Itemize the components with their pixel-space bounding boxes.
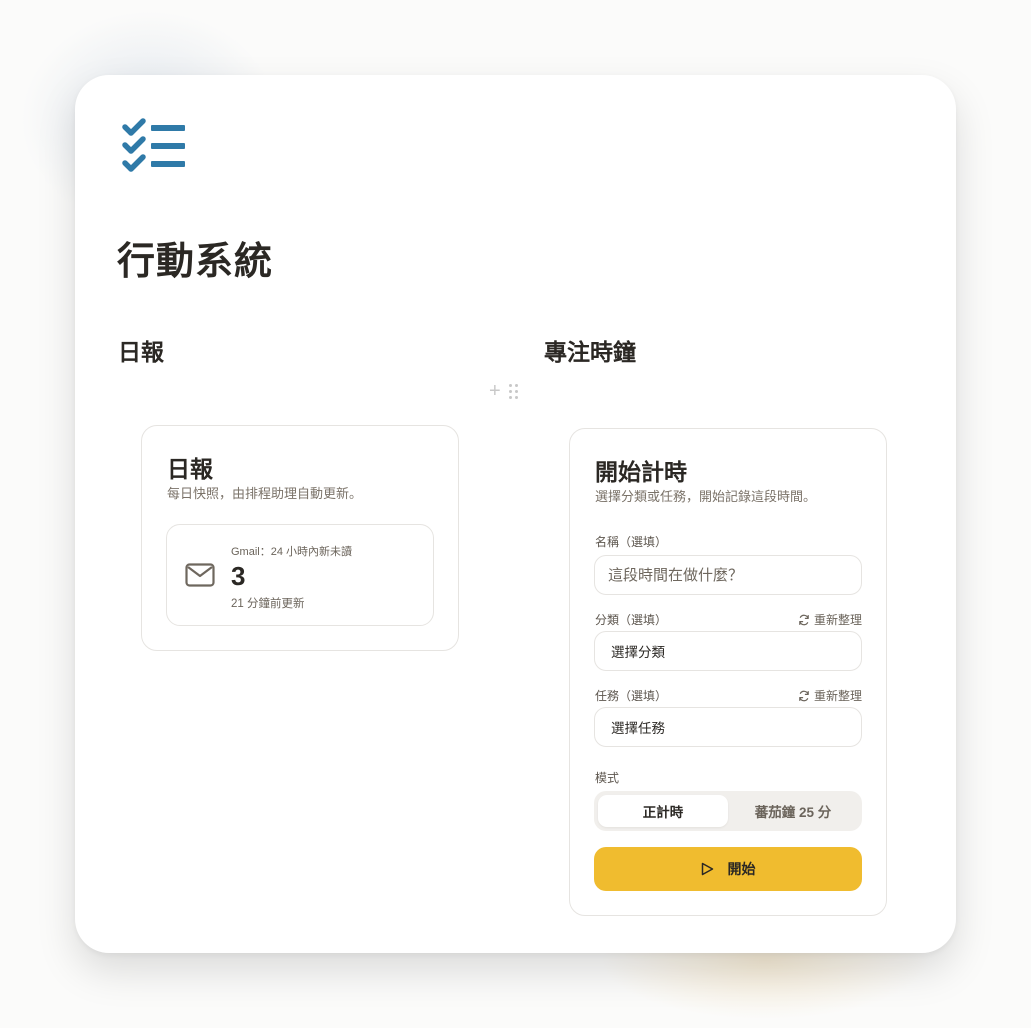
daily-card-title: 日報 xyxy=(167,456,213,482)
play-icon xyxy=(701,862,713,876)
refresh-icon xyxy=(799,690,809,701)
checklist-icon xyxy=(122,118,185,172)
category-select[interactable]: 選擇分類 xyxy=(594,631,862,671)
focus-timer-card: 開始計時 選擇分類或任務，開始記錄這段時間。 名稱（選填） 分類（選填） 重新整… xyxy=(569,428,887,916)
task-refresh-button[interactable]: 重新整理 xyxy=(798,687,862,704)
mode-option-pomodoro[interactable]: 蕃茄鐘 25 分 xyxy=(728,795,858,827)
mode-toggle: 正計時 蕃茄鐘 25 分 xyxy=(594,791,862,831)
gmail-unread-count: 3 xyxy=(231,561,246,591)
mode-option-stopwatch[interactable]: 正計時 xyxy=(598,795,728,827)
add-block-icon[interactable]: + xyxy=(489,380,501,403)
timer-card-description: 選擇分類或任務，開始記錄這段時間。 xyxy=(595,489,817,504)
mode-label: 模式 xyxy=(595,771,620,785)
page-title: 行動系統 xyxy=(117,241,274,283)
block-controls: + xyxy=(489,380,518,403)
name-input[interactable] xyxy=(594,555,862,595)
mail-icon xyxy=(185,563,215,587)
category-refresh-button[interactable]: 重新整理 xyxy=(798,611,862,628)
start-button[interactable]: 開始 xyxy=(594,847,862,891)
gmail-label: Gmail：24 小時內新未讀 xyxy=(231,546,353,558)
section-heading-focus-timer: 專注時鐘 xyxy=(544,339,636,365)
task-refresh-label: 重新整理 xyxy=(813,689,862,703)
daily-card-description: 每日快照，由排程助理自動更新。 xyxy=(167,486,363,501)
timer-card-title: 開始計時 xyxy=(595,459,687,485)
gmail-updated-time: 21 分鐘前更新 xyxy=(231,598,305,610)
category-field-label: 分類（選填） xyxy=(595,613,668,627)
task-select[interactable]: 選擇任務 xyxy=(594,707,862,747)
start-button-label: 開始 xyxy=(727,861,756,877)
gmail-unread-tile[interactable]: Gmail：24 小時內新未讀 3 21 分鐘前更新 xyxy=(166,524,434,626)
daily-report-card: 日報 每日快照，由排程助理自動更新。 Gmail：24 小時內新未讀 3 21 … xyxy=(141,425,459,651)
task-field-label: 任務（選填） xyxy=(595,689,668,703)
section-heading-daily: 日報 xyxy=(118,339,164,365)
refresh-icon xyxy=(799,614,809,625)
drag-handle-icon[interactable] xyxy=(508,384,518,399)
name-field-label: 名稱（選填） xyxy=(595,535,668,549)
category-refresh-label: 重新整理 xyxy=(813,613,862,627)
app-window: 行動系統 日報 專注時鐘 + 日報 每日快照，由排程助理自動更新。 Gmail：… xyxy=(75,75,956,953)
